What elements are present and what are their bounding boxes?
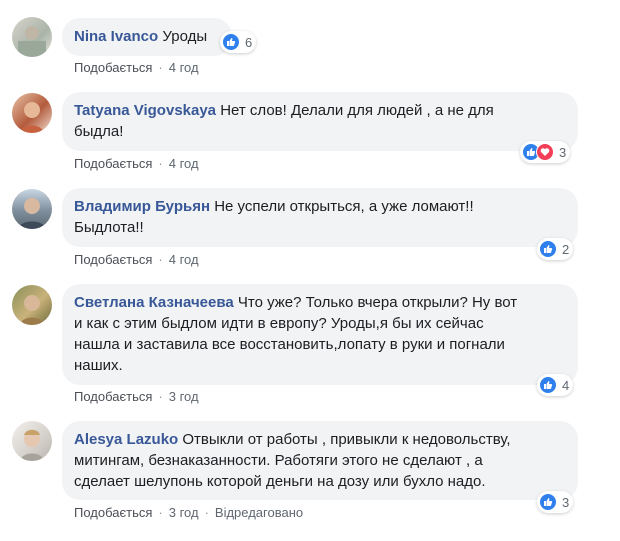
comment-bubble: Светлана Казначеева Что уже? Только вчер…	[62, 284, 578, 385]
comment-timestamp[interactable]: 4 год	[169, 252, 199, 267]
like-link[interactable]: Подобається	[74, 389, 152, 404]
separator-dot: ·	[158, 60, 163, 75]
avatar[interactable]	[12, 421, 52, 461]
reaction-count: 3	[562, 494, 570, 510]
comment-text: Уроды	[162, 28, 208, 45]
reaction-count: 4	[562, 377, 570, 393]
comment-author[interactable]: Nina Ivanco	[74, 28, 158, 45]
avatar[interactable]	[12, 189, 52, 229]
reaction-summary[interactable]: 6	[220, 31, 257, 53]
comment-timestamp[interactable]: 4 год	[169, 156, 199, 171]
comment-line: Светлана Казначеева Что уже? Только вчер…	[74, 292, 566, 313]
comment-timestamp[interactable]: 3 год	[169, 505, 199, 520]
avatar-image	[18, 198, 46, 229]
avatar[interactable]	[12, 93, 52, 133]
separator-dot: ·	[158, 252, 163, 267]
reaction-summary[interactable]: 2	[537, 238, 574, 260]
like-link[interactable]: Подобається	[74, 156, 152, 171]
comment-timestamp[interactable]: 3 год	[169, 389, 199, 404]
avatar[interactable]	[12, 17, 52, 57]
comment-actions: Подобається · 3 год · Відредаговано	[74, 505, 303, 520]
avatar[interactable]	[12, 285, 52, 325]
comment-actions: Подобається · 4 год	[74, 252, 199, 267]
comment-text: Не успели открыться, а уже ломают!!	[214, 198, 474, 215]
comment-author[interactable]: Tatyana Vigovskaya	[74, 102, 216, 119]
like-link[interactable]: Подобається	[74, 60, 152, 75]
reaction-summary[interactable]: 3	[537, 491, 574, 513]
reaction-count: 6	[245, 34, 253, 50]
comment-line: Alesya Lazuko Отвыкли от работы , привык…	[74, 429, 566, 450]
separator-dot: ·	[158, 505, 163, 520]
love-icon	[536, 143, 554, 161]
avatar-image	[20, 102, 44, 133]
comment-text: нашла и заставила все восстановить,лопат…	[74, 336, 505, 353]
comment-text: наших.	[74, 357, 123, 374]
comment-author[interactable]: Владимир Бурьян	[74, 198, 210, 215]
comment-text: Отвыкли от работы , привыкли к недовольс…	[182, 431, 511, 448]
comment-bubble: Tatyana Vigovskaya Нет слов! Делали для …	[62, 92, 578, 151]
comment-line: Tatyana Vigovskaya Нет слов! Делали для …	[74, 100, 566, 121]
comment-actions: Подобається · 4 год	[74, 156, 199, 171]
comment-text: быдла!	[74, 123, 124, 140]
comment-bubble: Alesya Lazuko Отвыкли от работы , привык…	[62, 421, 578, 500]
like-icon	[222, 33, 240, 51]
like-icon	[539, 376, 557, 394]
comment-text: сделает шелупонь которой деньги на дозу …	[74, 473, 486, 490]
comment-author[interactable]: Светлана Казначеева	[74, 294, 234, 311]
reaction-count: 3	[559, 144, 567, 160]
avatar-image	[18, 26, 46, 57]
comment-text: Что уже? Только вчера открыли? Ну вот	[237, 294, 518, 311]
avatar-image	[20, 429, 44, 461]
comment-actions: Подобається · 3 год	[74, 389, 199, 404]
like-icon	[539, 240, 557, 258]
avatar-image	[20, 295, 44, 325]
comment-bubble: Nina Ivanco Уроды	[62, 18, 232, 56]
edited-label[interactable]: Відредаговано	[215, 505, 303, 520]
reaction-count: 2	[562, 241, 570, 257]
like-link[interactable]: Подобається	[74, 505, 152, 520]
comment-line: Владимир Бурьян Не успели открыться, а у…	[74, 196, 566, 217]
comment-actions: Подобається · 4 год	[74, 60, 199, 75]
comment-bubble: Владимир Бурьян Не успели открыться, а у…	[62, 188, 578, 247]
reaction-summary[interactable]: 3	[520, 141, 571, 163]
comment-text: Нет слов! Делали для людей , а не для	[220, 102, 494, 119]
reaction-summary[interactable]: 4	[537, 374, 574, 396]
separator-dot: ·	[204, 505, 209, 520]
like-link[interactable]: Подобається	[74, 252, 152, 267]
comment-text: Быдлота!!	[74, 219, 144, 236]
separator-dot: ·	[158, 389, 163, 404]
comment-text: и как с этим быдлом идти в европу? Уроды…	[74, 315, 484, 332]
comment-text: митингам, безнаказанности. Работяги этог…	[74, 452, 483, 469]
like-icon	[539, 493, 557, 511]
separator-dot: ·	[158, 156, 163, 171]
comment-author[interactable]: Alesya Lazuko	[74, 431, 178, 448]
comment-timestamp[interactable]: 4 год	[169, 60, 199, 75]
